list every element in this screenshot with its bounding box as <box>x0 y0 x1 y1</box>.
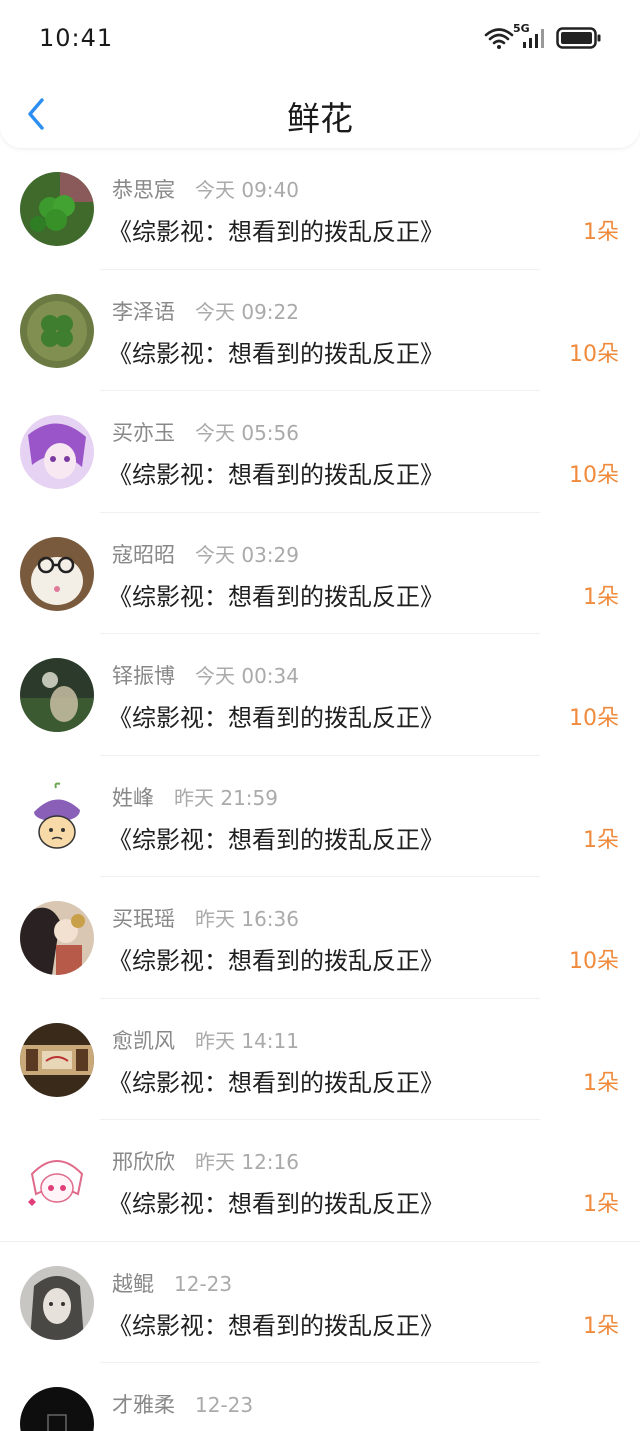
timestamp: 12-23 <box>195 1393 254 1417</box>
list-item[interactable]: 越鲲 12-23 《综影视：想看到的拨乱反正》 1朵 <box>0 1242 640 1363</box>
flower-count: 1朵 <box>583 1313 619 1339</box>
avatar[interactable] <box>20 1022 94 1097</box>
flower-count: 1朵 <box>583 1192 619 1217</box>
work-title[interactable]: 《综影视：想看到的拨乱反正》 <box>108 334 444 369</box>
user-name: 寇昭昭 <box>112 542 175 567</box>
list-item[interactable]: 才雅柔 12-23 <box>0 1363 640 1431</box>
user-name: 恭思宸 <box>112 178 175 202</box>
flower-count: 10朵 <box>569 341 619 367</box>
avatar[interactable] <box>20 658 94 732</box>
list-item[interactable]: 铎振博 今天 00:34 《综影视：想看到的拨乱反正》 10朵 <box>0 634 640 756</box>
user-name: 李泽语 <box>112 299 175 324</box>
timestamp: 昨天 21:59 <box>174 785 278 810</box>
avatar[interactable] <box>20 1387 94 1431</box>
work-title[interactable]: 《综影视：想看到的拨乱反正》 <box>108 212 444 247</box>
avatar[interactable] <box>20 1265 94 1340</box>
timestamp: 今天 05:56 <box>195 421 299 445</box>
list-item[interactable]: 买珉瑶 昨天 16:36 《综影视：想看到的拨乱反正》 10朵 <box>0 877 640 999</box>
timestamp: 12-23 <box>174 1271 233 1296</box>
timestamp: 昨天 12:16 <box>195 1150 299 1174</box>
flower-count: 1朵 <box>583 1070 619 1096</box>
user-name: 铎振博 <box>112 664 175 688</box>
work-title[interactable]: 《综影视：想看到的拨乱反正》 <box>108 1063 444 1098</box>
list-item[interactable]: 李泽语 今天 09:22 《综影视：想看到的拨乱反正》 10朵 <box>0 270 640 391</box>
timestamp: 今天 09:40 <box>195 178 299 202</box>
user-name: 愈凯风 <box>112 1028 175 1053</box>
list-item[interactable]: 寇昭昭 今天 03:29 《综影视：想看到的拨乱反正》 1朵 <box>0 513 640 634</box>
work-title[interactable]: 《综影视：想看到的拨乱反正》 <box>108 941 444 976</box>
top-header: 10:41 5G 鲜花 <box>0 0 640 148</box>
flower-count: 10朵 <box>569 706 619 731</box>
user-name: 越鲲 <box>112 1271 154 1296</box>
timestamp: 昨天 16:36 <box>195 907 299 931</box>
wifi-icon <box>484 26 514 50</box>
avatar[interactable] <box>20 1144 94 1218</box>
avatar[interactable] <box>20 172 94 246</box>
timestamp: 今天 00:34 <box>195 664 299 688</box>
work-title[interactable]: 《综影视：想看到的拨乱反正》 <box>108 1306 444 1341</box>
timestamp: 昨天 14:11 <box>195 1028 299 1053</box>
work-title[interactable]: 《综影视：想看到的拨乱反正》 <box>108 698 444 733</box>
flower-count: 1朵 <box>583 584 619 610</box>
list-item[interactable]: 姓峰 昨天 21:59 《综影视：想看到的拨乱反正》 1朵 <box>0 756 640 877</box>
user-name: 买亦玉 <box>112 421 175 445</box>
work-title[interactable]: 《综影视：想看到的拨乱反正》 <box>108 455 444 490</box>
flower-count: 10朵 <box>569 949 619 974</box>
avatar[interactable] <box>20 901 94 975</box>
timestamp: 今天 09:22 <box>195 299 299 324</box>
avatar[interactable] <box>20 536 94 611</box>
flower-list: 恭思宸 今天 09:40 《综影视：想看到的拨乱反正》 1朵 李泽语 今天 09… <box>0 148 640 1431</box>
list-item[interactable]: 愈凯风 昨天 14:11 《综影视：想看到的拨乱反正》 1朵 <box>0 999 640 1120</box>
user-name: 姓峰 <box>112 785 154 810</box>
timestamp: 今天 03:29 <box>195 542 299 567</box>
list-item[interactable]: 买亦玉 今天 05:56 《综影视：想看到的拨乱反正》 10朵 <box>0 391 640 513</box>
avatar[interactable] <box>20 779 94 854</box>
page-title: 鲜花 <box>287 99 353 138</box>
work-title[interactable]: 《综影视：想看到的拨乱反正》 <box>108 820 444 855</box>
avatar[interactable] <box>20 415 94 489</box>
user-name: 买珉瑶 <box>112 907 175 931</box>
user-name: 才雅柔 <box>112 1393 175 1417</box>
battery-icon <box>556 26 602 50</box>
status-icons <box>484 24 602 52</box>
avatar[interactable] <box>20 293 94 368</box>
work-title[interactable]: 《综影视：想看到的拨乱反正》 <box>108 577 444 612</box>
list-item[interactable]: 恭思宸 今天 09:40 《综影视：想看到的拨乱反正》 1朵 <box>0 148 640 270</box>
flower-count: 1朵 <box>583 220 619 245</box>
flower-count: 1朵 <box>583 827 619 853</box>
user-name: 邢欣欣 <box>112 1150 175 1174</box>
signal-icon <box>522 27 548 49</box>
list-item[interactable]: 邢欣欣 昨天 12:16 《综影视：想看到的拨乱反正》 1朵 <box>0 1120 640 1242</box>
work-title[interactable]: 《综影视：想看到的拨乱反正》 <box>108 1184 444 1219</box>
flower-count: 10朵 <box>569 463 619 488</box>
status-time: 10:41 <box>39 24 114 52</box>
